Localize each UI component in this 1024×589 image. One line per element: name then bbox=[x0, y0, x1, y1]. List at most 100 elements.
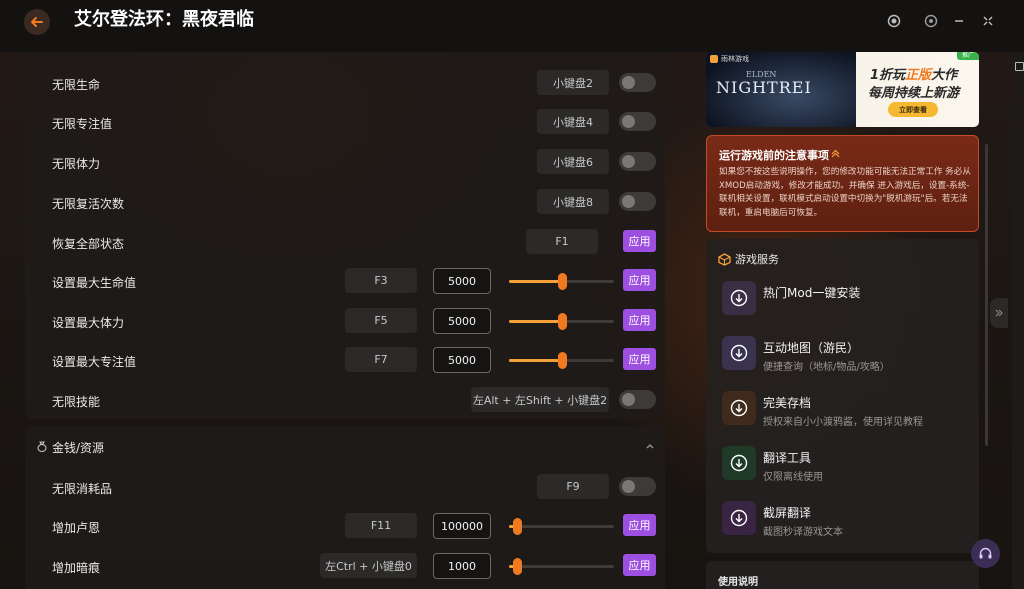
hotkey-box[interactable]: F11 bbox=[345, 513, 417, 538]
service-title: 完美存档 bbox=[763, 396, 812, 410]
download-icon bbox=[730, 454, 748, 472]
value-slider[interactable] bbox=[509, 518, 614, 535]
cheat-label: 增加暗痕 bbox=[52, 561, 101, 575]
value-input[interactable]: 5000 bbox=[433, 268, 491, 294]
money-panel: 金钱/资源 无限消耗品 F9 增加卢恩 F11 100000 应用 增加暗痕 左… bbox=[25, 426, 665, 589]
hotkey-box[interactable]: 左Alt + 左Shift + 小键盘2 bbox=[471, 387, 609, 412]
usage-card[interactable]: 使用说明 bbox=[706, 561, 979, 589]
toggle-switch[interactable] bbox=[619, 152, 656, 171]
slider-thumb[interactable] bbox=[513, 558, 523, 575]
service-icon bbox=[722, 336, 756, 370]
value-slider[interactable] bbox=[509, 558, 614, 575]
notice-title: 运行游戏前的注意事项 bbox=[719, 149, 829, 162]
scrollbar[interactable] bbox=[985, 144, 988, 446]
settings-icon[interactable] bbox=[921, 11, 941, 31]
cheat-label: 无限生命 bbox=[52, 78, 101, 92]
toggle-switch[interactable] bbox=[619, 192, 656, 211]
toggle-switch[interactable] bbox=[619, 73, 656, 92]
service-item[interactable]: 互动地图（游民） 便捷查询（地标/物品/攻略） bbox=[722, 336, 972, 376]
ad-headline-highlight: 正版 bbox=[905, 68, 932, 83]
hotkey-box[interactable]: F5 bbox=[345, 308, 417, 333]
ad-brand: 雨林游戏 bbox=[710, 54, 749, 64]
service-item[interactable]: 翻译工具 仅限离线使用 bbox=[722, 446, 972, 486]
cheat-label: 设置最大生命值 bbox=[52, 276, 137, 290]
chevron-up-icon[interactable] bbox=[644, 440, 656, 452]
apply-button[interactable]: 应用 bbox=[623, 269, 656, 291]
restore-icon[interactable] bbox=[1015, 62, 1024, 71]
hotkey-box[interactable]: F9 bbox=[537, 474, 609, 499]
service-title: 热门Mod一键安装 bbox=[763, 286, 861, 300]
value-input[interactable]: 100000 bbox=[433, 513, 491, 539]
toggle-knob bbox=[622, 480, 635, 493]
shrink-icon[interactable] bbox=[978, 11, 998, 31]
collapse-sidebar-button[interactable] bbox=[990, 298, 1008, 328]
service-subtitle: 便捷查询（地标/物品/攻略） bbox=[763, 362, 890, 373]
toggle-knob bbox=[622, 155, 635, 168]
cheat-label: 设置最大专注值 bbox=[52, 355, 137, 369]
toggle-switch[interactable] bbox=[619, 112, 656, 131]
hotkey-box[interactable]: 小键盘4 bbox=[537, 109, 609, 134]
slider-fill bbox=[509, 280, 562, 283]
user-icon[interactable] bbox=[884, 11, 904, 31]
service-subtitle: 仅限离线使用 bbox=[763, 472, 823, 483]
hotkey-box[interactable]: 左Ctrl + 小键盘0 bbox=[320, 553, 417, 578]
hotkey-box[interactable]: F3 bbox=[345, 268, 417, 293]
service-item[interactable]: 完美存档 授权来自小小渡鸦酱，使用详见教程 bbox=[722, 391, 972, 431]
apply-button[interactable]: 应用 bbox=[623, 309, 656, 331]
hotkey-box[interactable]: F7 bbox=[345, 347, 417, 372]
slider-thumb[interactable] bbox=[513, 518, 523, 535]
service-item[interactable]: 热门Mod一键安装 bbox=[722, 281, 972, 321]
cheat-label: 无限技能 bbox=[52, 395, 101, 409]
chevron-up-icon[interactable] bbox=[831, 149, 840, 158]
value-slider[interactable] bbox=[509, 352, 614, 369]
service-item[interactable]: 截屏翻译 截图秒译游戏文本 bbox=[722, 501, 972, 541]
usage-title: 使用说明 bbox=[718, 577, 758, 588]
slider-thumb[interactable] bbox=[557, 313, 567, 330]
hotkey-box[interactable]: 小键盘2 bbox=[537, 70, 609, 95]
value-input[interactable]: 5000 bbox=[433, 347, 491, 373]
value-input[interactable]: 1000 bbox=[433, 553, 491, 579]
slider-fill bbox=[509, 359, 562, 362]
ad-cta-button[interactable]: 立即查看 bbox=[888, 102, 938, 117]
apply-button[interactable]: 应用 bbox=[623, 514, 656, 536]
apply-button[interactable]: 应用 bbox=[623, 348, 656, 370]
minimize-icon[interactable] bbox=[949, 11, 969, 31]
ad-headline-a: 1折玩 bbox=[870, 68, 906, 83]
cheat-row: 设置最大体力 F5 5000 应用 bbox=[25, 308, 665, 338]
support-button[interactable] bbox=[971, 539, 1000, 568]
toggle-knob bbox=[622, 393, 635, 406]
cheat-label: 无限消耗品 bbox=[52, 482, 113, 496]
toggle-knob bbox=[622, 195, 635, 208]
value-slider[interactable] bbox=[509, 273, 614, 290]
toggle-switch[interactable] bbox=[619, 477, 656, 496]
value-input[interactable]: 5000 bbox=[433, 308, 491, 334]
headset-icon bbox=[979, 547, 992, 559]
section-title: 金钱/资源 bbox=[52, 441, 105, 455]
service-title: 截屏翻译 bbox=[763, 506, 812, 520]
apply-button[interactable]: 应用 bbox=[623, 230, 656, 252]
cheat-row: 设置最大专注值 F7 5000 应用 bbox=[25, 347, 665, 377]
value-slider[interactable] bbox=[509, 313, 614, 330]
notice-body: 如果您不按这些说明操作，您的修改功能可能无法正常工作 务必从XMOD启动游戏，修… bbox=[719, 167, 971, 218]
slider-thumb[interactable] bbox=[557, 273, 567, 290]
cheat-row: 无限技能 左Alt + 左Shift + 小键盘2 bbox=[25, 387, 665, 417]
hotkey-box[interactable]: F1 bbox=[526, 229, 598, 254]
cheat-row: 恢复全部状态 F1 应用 bbox=[25, 229, 665, 259]
download-icon bbox=[730, 344, 748, 362]
service-icon bbox=[722, 501, 756, 535]
ad-banner[interactable]: 雨林游戏 ELDEN NIGHTREI 推广 1折玩正版大作 每周持续上新游 立… bbox=[706, 52, 979, 127]
section-header[interactable]: 金钱/资源 bbox=[25, 426, 665, 466]
toggle-switch[interactable] bbox=[619, 390, 656, 409]
cheat-row: 无限专注值 小键盘4 bbox=[25, 109, 665, 139]
back-button[interactable] bbox=[24, 9, 50, 35]
apply-button[interactable]: 应用 bbox=[623, 554, 656, 576]
hotkey-box[interactable]: 小键盘6 bbox=[537, 149, 609, 174]
cheat-label: 无限复活次数 bbox=[52, 197, 125, 211]
hotkey-box[interactable]: 小键盘8 bbox=[537, 189, 609, 214]
cheat-label: 恢复全部状态 bbox=[52, 237, 125, 251]
cheat-row: 无限体力 小键盘6 bbox=[25, 149, 665, 179]
download-icon bbox=[730, 399, 748, 417]
slider-thumb[interactable] bbox=[557, 352, 567, 369]
page-title: 艾尔登法环：黑夜君临 bbox=[74, 9, 254, 30]
ad-headline: 1折玩正版大作 bbox=[870, 64, 957, 83]
